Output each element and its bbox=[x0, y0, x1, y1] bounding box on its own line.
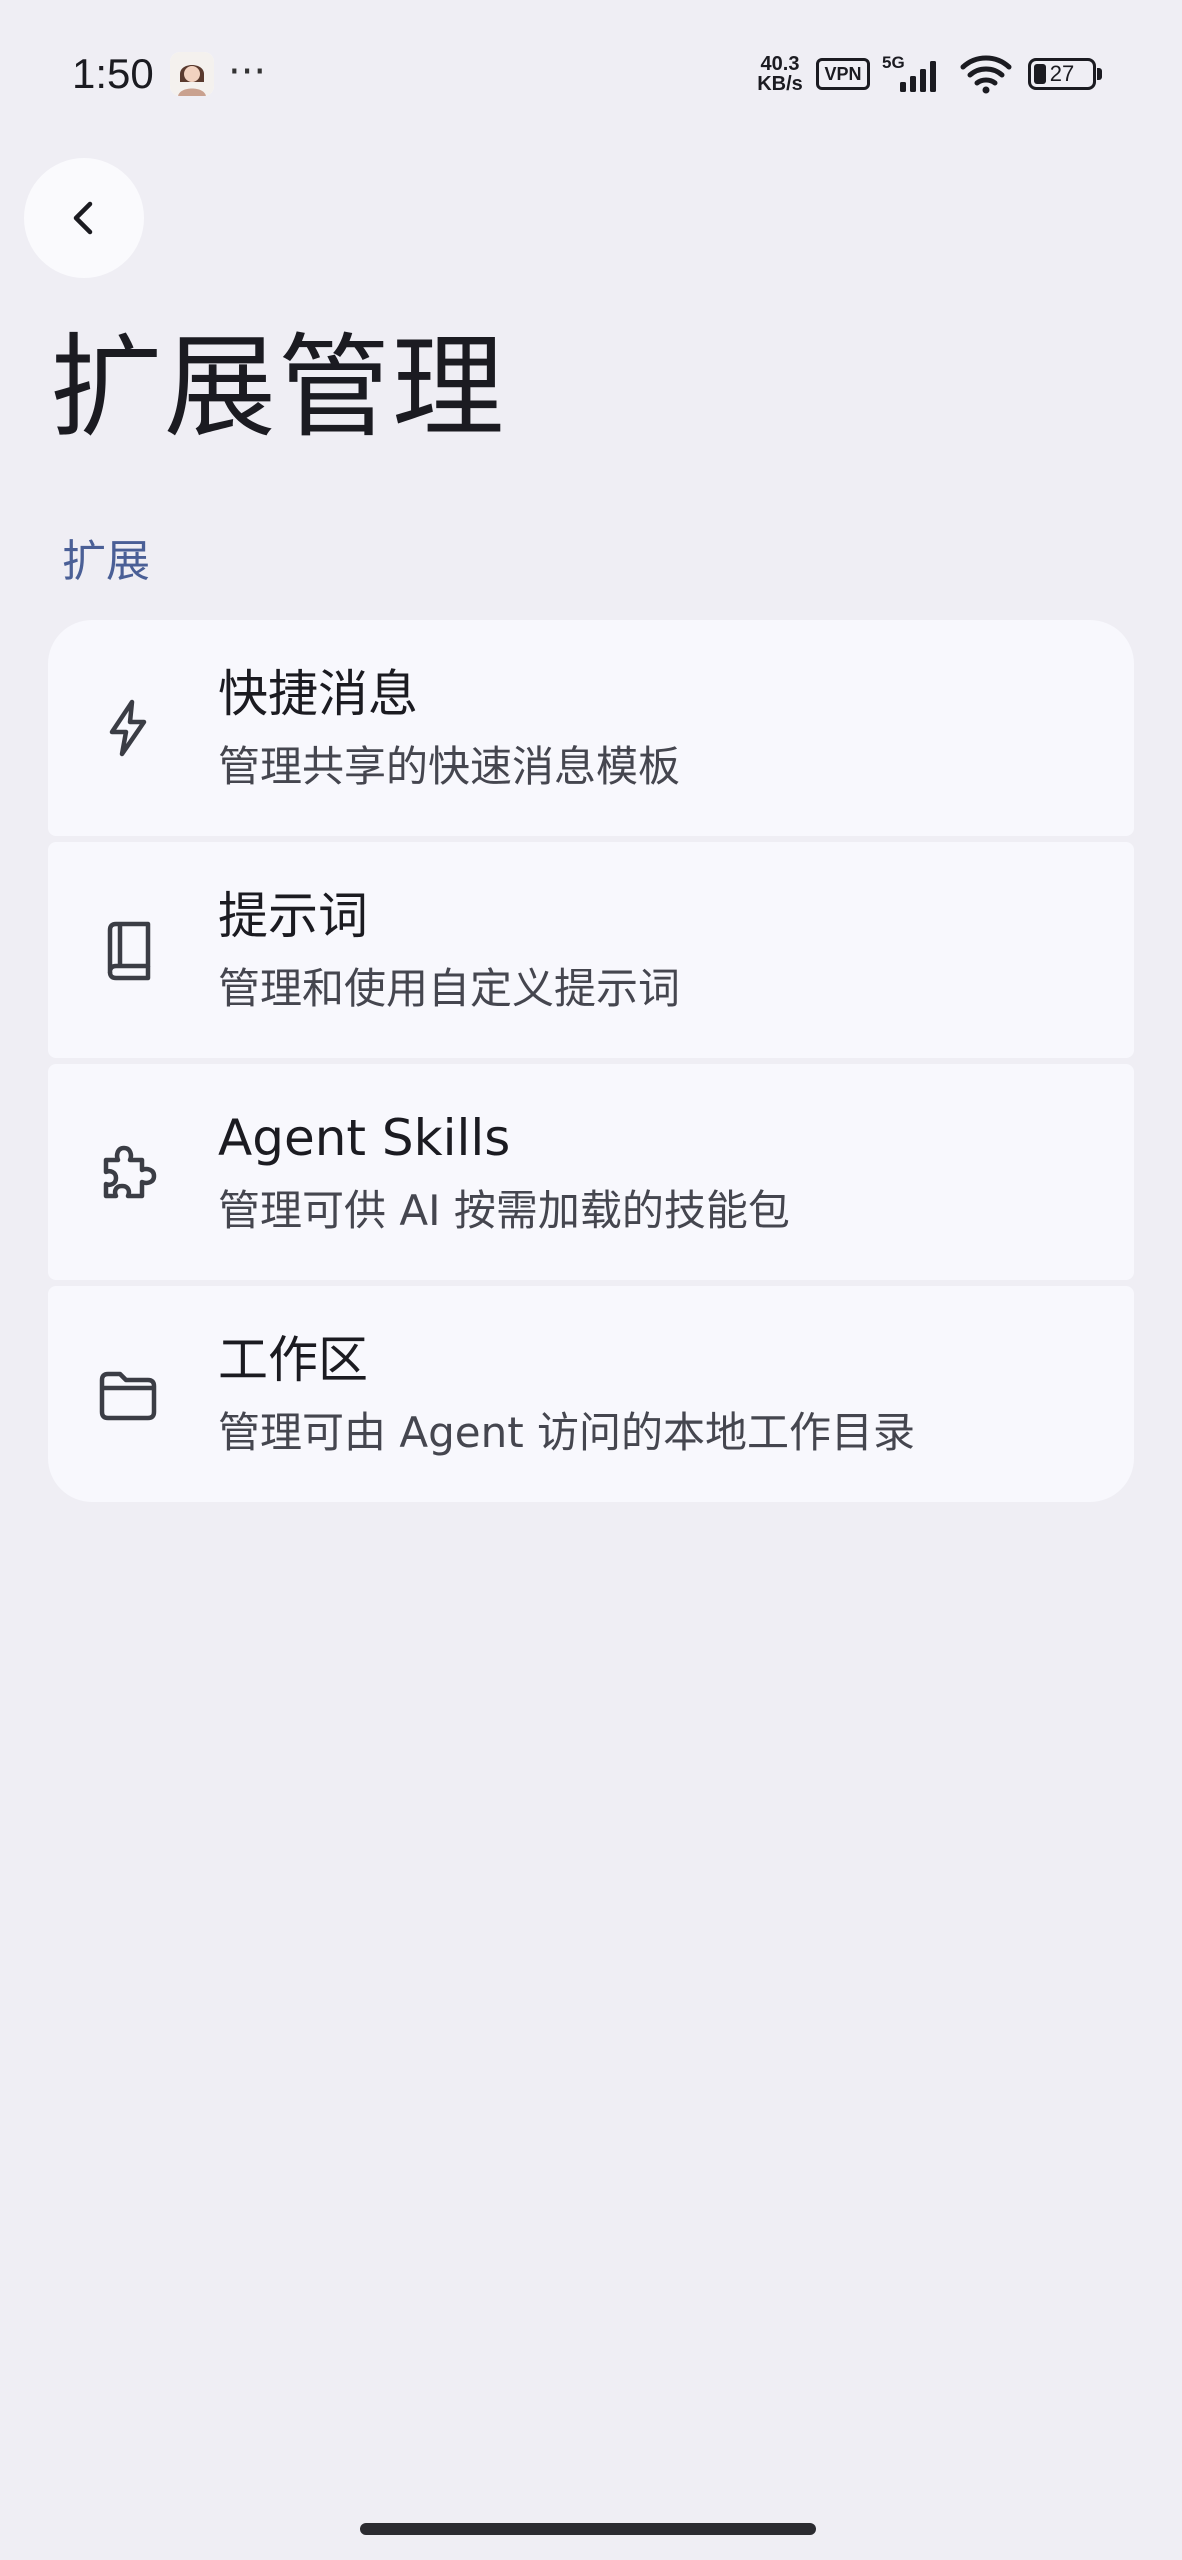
back-button[interactable] bbox=[24, 158, 144, 278]
chevron-left-icon bbox=[73, 201, 93, 235]
lightning-icon bbox=[96, 696, 160, 760]
item-subtitle: 管理和使用自定义提示词 bbox=[218, 964, 681, 1013]
network-speed-value: 40.3 bbox=[760, 53, 800, 75]
item-subtitle: 管理共享的快速消息模板 bbox=[218, 742, 681, 791]
item-subtitle: 管理可供 AI 按需加载的技能包 bbox=[218, 1186, 790, 1235]
cellular-signal-icon: 5G bbox=[880, 52, 950, 94]
item-title: 提示词 bbox=[218, 887, 368, 945]
notification-avatar-icon bbox=[170, 52, 214, 96]
page-title: 扩展管理 bbox=[50, 323, 506, 453]
book-icon bbox=[96, 918, 160, 982]
wifi-icon bbox=[960, 54, 1012, 94]
home-indicator[interactable] bbox=[360, 2523, 816, 2535]
list-item-workspace[interactable]: 工作区 管理可由 Agent 访问的本地工作目录 bbox=[48, 1286, 1134, 1502]
status-bar: 1:50 ··· 40.3 KB/s VPN 5G 27 bbox=[0, 0, 1182, 150]
battery-icon: 27 bbox=[1028, 58, 1102, 90]
network-type: 5G bbox=[882, 53, 905, 72]
status-time: 1:50 bbox=[72, 50, 154, 97]
battery-level: 27 bbox=[1028, 58, 1096, 90]
folder-icon bbox=[96, 1362, 160, 1426]
list-item-quick-messages[interactable]: 快捷消息 管理共享的快速消息模板 bbox=[48, 620, 1134, 836]
item-title: Agent Skills bbox=[218, 1109, 511, 1167]
network-speed: 40.3 KB/s bbox=[752, 54, 808, 94]
item-subtitle: 管理可由 Agent 访问的本地工作目录 bbox=[218, 1408, 916, 1457]
vpn-badge: VPN bbox=[816, 58, 870, 90]
section-label: 扩展 bbox=[62, 536, 150, 587]
item-title: 快捷消息 bbox=[218, 665, 418, 723]
puzzle-icon bbox=[96, 1140, 160, 1204]
extensions-list: 快捷消息 管理共享的快速消息模板 提示词 管理和使用自定义提示词 Agent S… bbox=[48, 620, 1134, 1502]
more-notifications-icon: ··· bbox=[228, 49, 267, 95]
list-item-agent-skills[interactable]: Agent Skills 管理可供 AI 按需加载的技能包 bbox=[48, 1064, 1134, 1280]
network-speed-unit: KB/s bbox=[757, 73, 803, 95]
list-item-prompts[interactable]: 提示词 管理和使用自定义提示词 bbox=[48, 842, 1134, 1058]
item-title: 工作区 bbox=[218, 1331, 368, 1389]
